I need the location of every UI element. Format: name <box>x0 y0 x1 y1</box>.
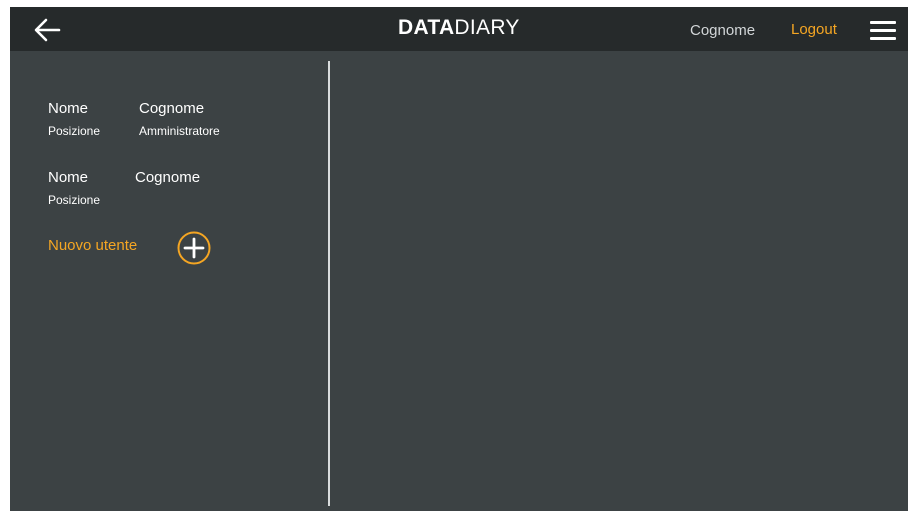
plus-circle-icon <box>177 231 211 265</box>
panel-divider <box>328 61 330 506</box>
logo-light-text: DIARY <box>454 16 520 39</box>
user-role: Amministratore <box>139 124 220 138</box>
user-position: Posizione <box>48 193 101 207</box>
user-last-name: Cognome <box>139 100 205 117</box>
user-position: Posizione <box>48 124 101 138</box>
current-user-name: Cognome <box>690 22 756 39</box>
app-window: DATADIARY Cognome Logout Nome Cognome Po… <box>10 7 908 511</box>
app-logo: DATADIARY <box>398 16 520 40</box>
user-first-name: Nome <box>48 169 89 186</box>
new-user-link[interactable]: Nuovo utente <box>48 237 137 254</box>
top-bar: DATADIARY Cognome Logout <box>10 7 908 51</box>
add-user-button[interactable] <box>177 231 211 265</box>
user-list-item[interactable]: Nome Cognome Posizione Amministratore <box>10 100 328 150</box>
arrow-left-icon <box>34 18 61 42</box>
logo-bold-text: DATA <box>398 16 455 39</box>
back-button[interactable] <box>32 17 62 43</box>
hamburger-menu-icon[interactable] <box>870 21 896 41</box>
user-first-name: Nome <box>48 100 89 117</box>
user-last-name: Cognome <box>135 169 201 186</box>
user-list-item[interactable]: Nome Cognome Posizione <box>10 169 328 219</box>
logout-link[interactable]: Logout <box>791 21 837 38</box>
